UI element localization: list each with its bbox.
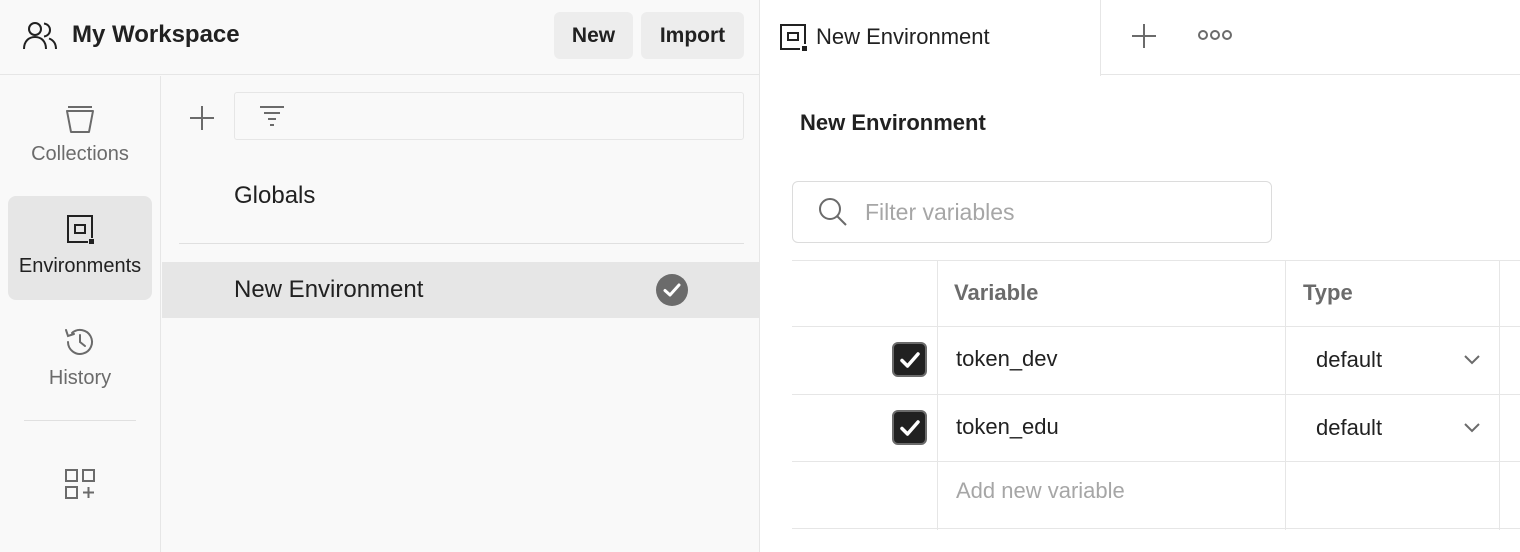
workspace-header: My Workspace New Import bbox=[0, 0, 759, 75]
tab-bar: New Environment bbox=[760, 0, 1520, 76]
collections-icon bbox=[66, 106, 94, 133]
sidebar-item-environments[interactable]: Environments bbox=[8, 196, 152, 300]
type-dropdown[interactable]: default bbox=[1302, 408, 1492, 448]
type-value: default bbox=[1316, 347, 1383, 372]
environment-list-item[interactable]: New Environment bbox=[162, 262, 759, 318]
type-dropdown[interactable]: default bbox=[1302, 340, 1492, 380]
column-header-type: Type bbox=[1303, 280, 1353, 305]
import-button[interactable]: Import bbox=[641, 12, 744, 59]
workspace-pane: My Workspace New Import Collections Envi… bbox=[0, 0, 760, 552]
variable-name-cell[interactable]: token_dev bbox=[956, 346, 1058, 372]
add-apps-icon[interactable] bbox=[62, 466, 98, 502]
column-divider bbox=[937, 260, 938, 530]
sidebar-item-label: Collections bbox=[31, 143, 129, 165]
variables-table: Variable Type token_dev default token_ed… bbox=[792, 260, 1520, 530]
column-divider bbox=[1285, 260, 1286, 530]
workspace-title: My Workspace bbox=[72, 21, 240, 48]
environment-filter-input[interactable] bbox=[234, 92, 744, 140]
add-new-variable-input[interactable]: Add new variable bbox=[956, 478, 1125, 504]
checkmark-icon bbox=[899, 419, 920, 436]
sidebar-item-collections[interactable]: Collections bbox=[8, 84, 152, 188]
app-window: My Workspace New Import Collections Envi… bbox=[0, 0, 1520, 552]
enable-checkbox[interactable] bbox=[892, 342, 927, 377]
sidebar-item-history[interactable]: History bbox=[8, 308, 152, 412]
environment-icon bbox=[780, 24, 807, 51]
new-button[interactable]: New bbox=[554, 12, 633, 59]
table-border bbox=[792, 461, 1520, 462]
environments-icon bbox=[67, 215, 94, 244]
checkmark-icon bbox=[899, 351, 920, 368]
environment-list-panel: Globals New Environment bbox=[162, 76, 759, 552]
column-divider bbox=[1499, 260, 1500, 530]
type-value: default bbox=[1316, 415, 1383, 440]
add-environment-icon[interactable] bbox=[182, 98, 222, 138]
tab-new-environment[interactable]: New Environment bbox=[760, 0, 1101, 76]
chevron-down-icon bbox=[1464, 423, 1480, 433]
divider bbox=[179, 243, 744, 244]
globals-item[interactable]: Globals bbox=[234, 182, 315, 210]
filter-icon bbox=[260, 106, 284, 126]
search-icon bbox=[819, 198, 847, 226]
variable-name-cell[interactable]: token_edu bbox=[956, 414, 1059, 440]
more-horizontal-icon[interactable] bbox=[1198, 26, 1232, 44]
table-border bbox=[792, 394, 1520, 395]
plus-icon[interactable] bbox=[1128, 20, 1160, 52]
check-circle-icon[interactable] bbox=[656, 274, 688, 306]
tab-label: New Environment bbox=[816, 24, 990, 49]
table-border bbox=[792, 326, 1520, 327]
environment-title[interactable]: New Environment bbox=[800, 110, 986, 136]
filter-variables-input[interactable] bbox=[865, 192, 1255, 232]
table-border bbox=[792, 528, 1520, 529]
sidebar-item-label: History bbox=[48, 367, 112, 389]
sidebar-item-label: Environments bbox=[18, 255, 142, 277]
chevron-down-icon bbox=[1464, 355, 1480, 365]
variable-filter bbox=[792, 181, 1272, 243]
sidebar-divider bbox=[24, 420, 136, 421]
table-border bbox=[792, 260, 1520, 261]
enable-checkbox[interactable] bbox=[892, 410, 927, 445]
editor-pane: New Environment New Environment Filter v… bbox=[760, 0, 1520, 552]
column-header-variable: Variable bbox=[954, 280, 1039, 305]
environment-name: New Environment bbox=[234, 276, 424, 303]
history-icon bbox=[65, 328, 93, 355]
sidebar-rail: Collections Environments History bbox=[0, 76, 161, 552]
team-icon bbox=[23, 22, 57, 50]
